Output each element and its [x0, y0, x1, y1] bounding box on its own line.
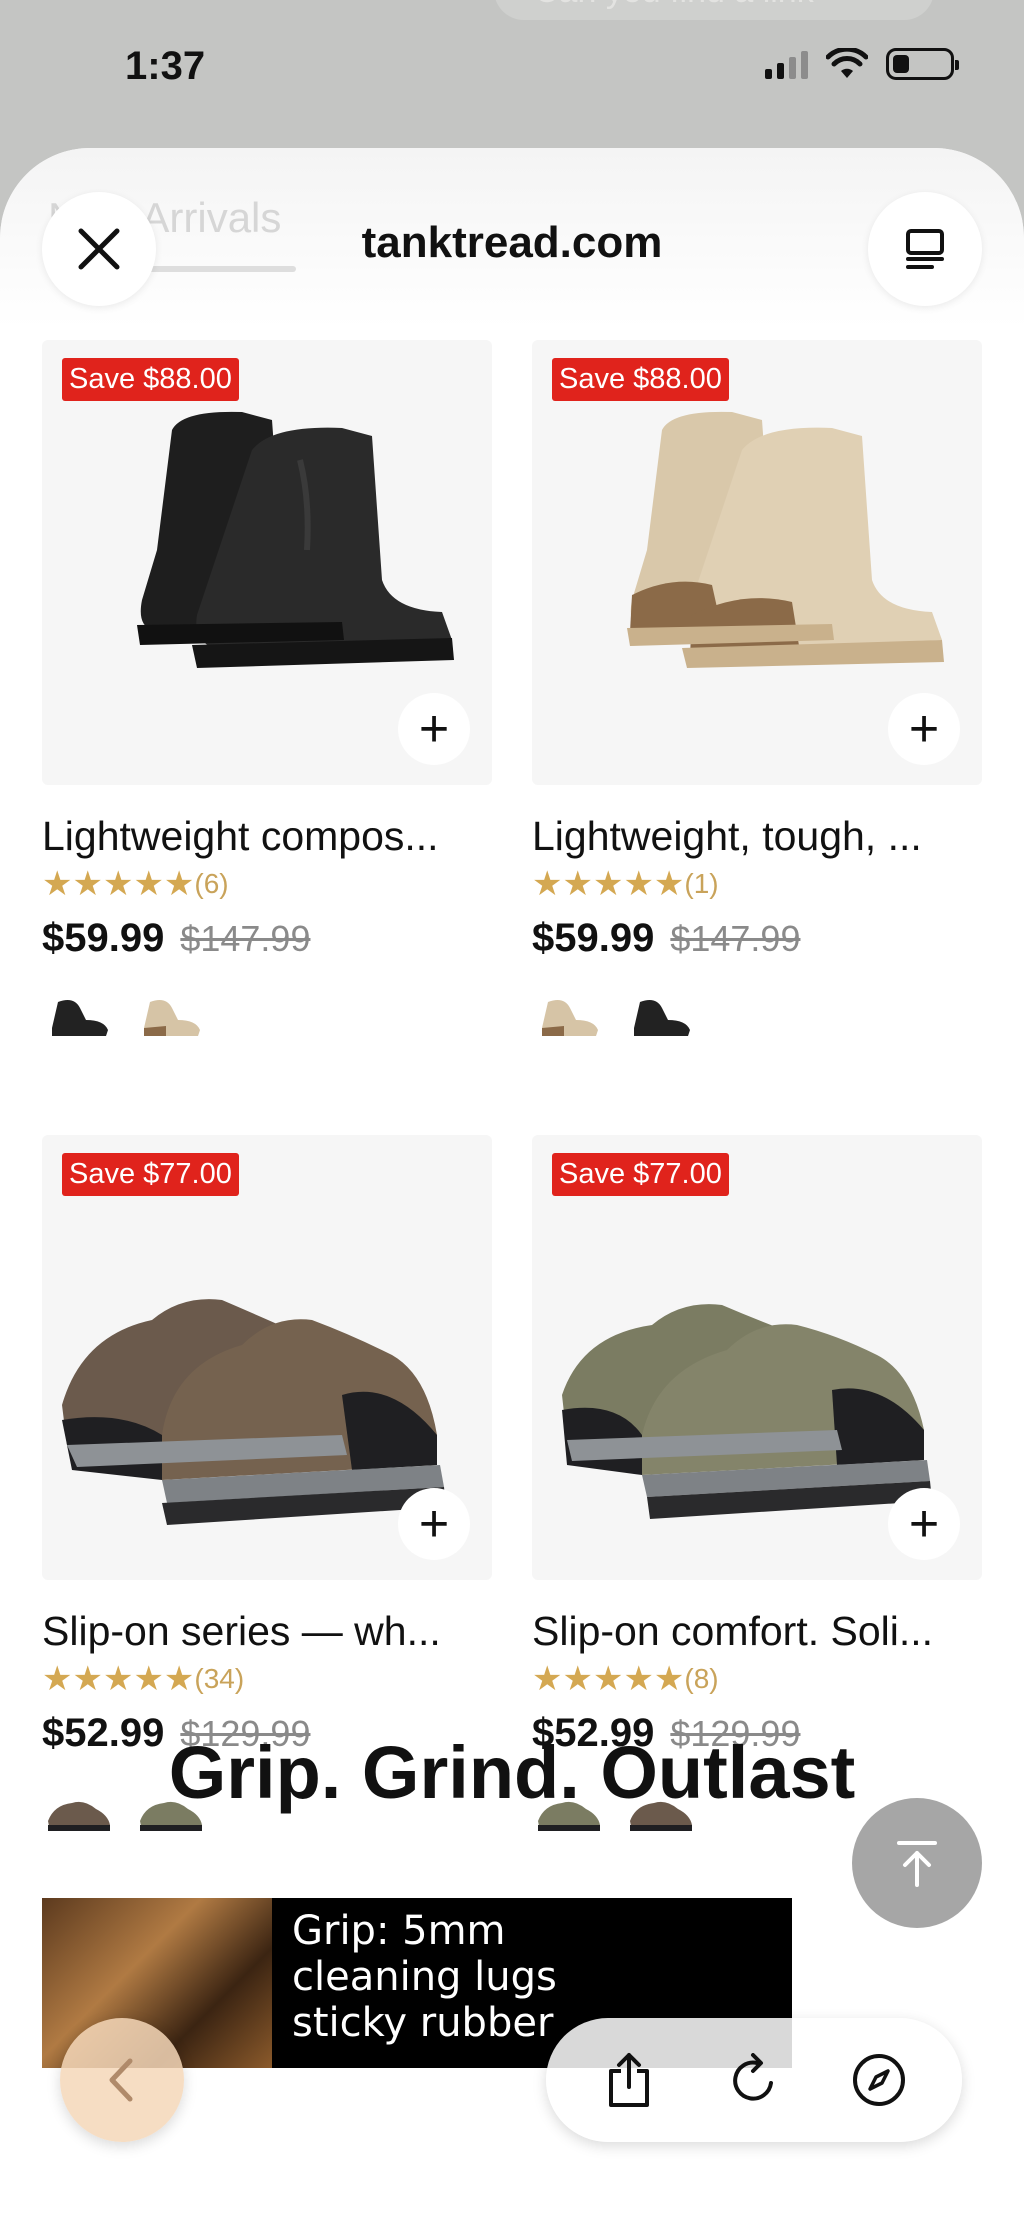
page-menu-button[interactable] — [868, 192, 982, 306]
review-count: (6) — [194, 868, 229, 899]
cellular-signal-icon — [765, 49, 808, 79]
save-badge: Save $77.00 — [62, 1153, 239, 1196]
chevron-left-icon — [109, 2058, 133, 2102]
promo-text: Grip: 5mm cleaning lugs sticky rubber — [292, 1908, 557, 2046]
product-title[interactable]: Slip-on comfort. Soli... — [532, 1608, 982, 1655]
scroll-to-top-button[interactable] — [852, 1798, 982, 1928]
product-title[interactable]: Lightweight, tough, ... — [532, 813, 982, 860]
reload-icon — [733, 2053, 773, 2101]
back-button[interactable] — [60, 2018, 184, 2142]
status-icons — [765, 48, 959, 80]
sale-price: $59.99 — [532, 916, 655, 960]
product-card[interactable]: Save $88.00 + Lightweight, tough, ... ★★… — [532, 340, 982, 1045]
star-rating-icon: ★★★★★ — [532, 865, 685, 903]
color-swatch-tan[interactable] — [532, 985, 606, 1045]
product-card[interactable]: Save $88.00 + Lightweight compos... ★★★★… — [42, 340, 492, 1045]
color-swatch-black[interactable] — [42, 985, 116, 1045]
original-price: $147.99 — [670, 918, 801, 959]
add-to-cart-button[interactable]: + — [888, 1488, 960, 1560]
reload-button[interactable] — [714, 2040, 794, 2120]
sale-price: $59.99 — [42, 916, 165, 960]
product-rating: ★★★★★ (8) — [532, 1659, 982, 1699]
compass-icon — [853, 2054, 906, 2106]
sheet-header: New Arrivals tanktread.com — [0, 148, 1024, 328]
color-swatch-black[interactable] — [624, 985, 698, 1045]
wifi-icon — [826, 48, 868, 78]
share-icon — [608, 2053, 649, 2107]
product-title[interactable]: Slip-on series — wh... — [42, 1608, 492, 1655]
product-prices: $59.99 $147.99 — [42, 916, 492, 961]
add-to-cart-button[interactable]: + — [398, 693, 470, 765]
share-button[interactable] — [589, 2040, 669, 2120]
banner-title: Grip. Grind. Outlast — [168, 1731, 856, 1814]
product-rating: ★★★★★ (1) — [532, 864, 982, 904]
add-to-cart-button[interactable]: + — [398, 1488, 470, 1560]
color-swatch-tan[interactable] — [134, 985, 208, 1045]
star-rating-icon: ★★★★★ — [532, 1660, 685, 1698]
color-swatches — [42, 985, 492, 1045]
product-image[interactable]: Save $77.00 + — [532, 1135, 982, 1580]
product-image[interactable]: Save $77.00 + — [42, 1135, 492, 1580]
battery-icon — [886, 48, 959, 80]
product-image[interactable]: Save $88.00 + — [42, 340, 492, 785]
review-count: (34) — [194, 1663, 245, 1694]
original-price: $147.99 — [180, 918, 311, 959]
product-prices: $59.99 $147.99 — [532, 916, 982, 961]
compass-button[interactable] — [839, 2040, 919, 2120]
add-to-cart-button[interactable]: + — [888, 693, 960, 765]
save-badge: Save $88.00 — [62, 358, 239, 401]
status-time: 1:37 — [125, 44, 206, 88]
save-badge: Save $88.00 — [552, 358, 729, 401]
product-image[interactable]: Save $88.00 + — [532, 340, 982, 785]
reader-menu-icon — [906, 229, 944, 269]
product-title[interactable]: Lightweight compos... — [42, 813, 492, 860]
status-bar: 1:37 — [0, 0, 1024, 140]
save-badge: Save $77.00 — [552, 1153, 729, 1196]
product-rating: ★★★★★ (6) — [42, 864, 492, 904]
product-rating: ★★★★★ (34) — [42, 1659, 492, 1699]
star-rating-icon: ★★★★★ — [42, 1660, 195, 1698]
review-count: (8) — [684, 1663, 719, 1694]
browser-toolbar — [546, 2018, 962, 2142]
arrow-up-to-top-icon — [897, 1841, 937, 1887]
color-swatches — [532, 985, 982, 1045]
star-rating-icon: ★★★★★ — [42, 865, 195, 903]
review-count: (1) — [684, 868, 719, 899]
